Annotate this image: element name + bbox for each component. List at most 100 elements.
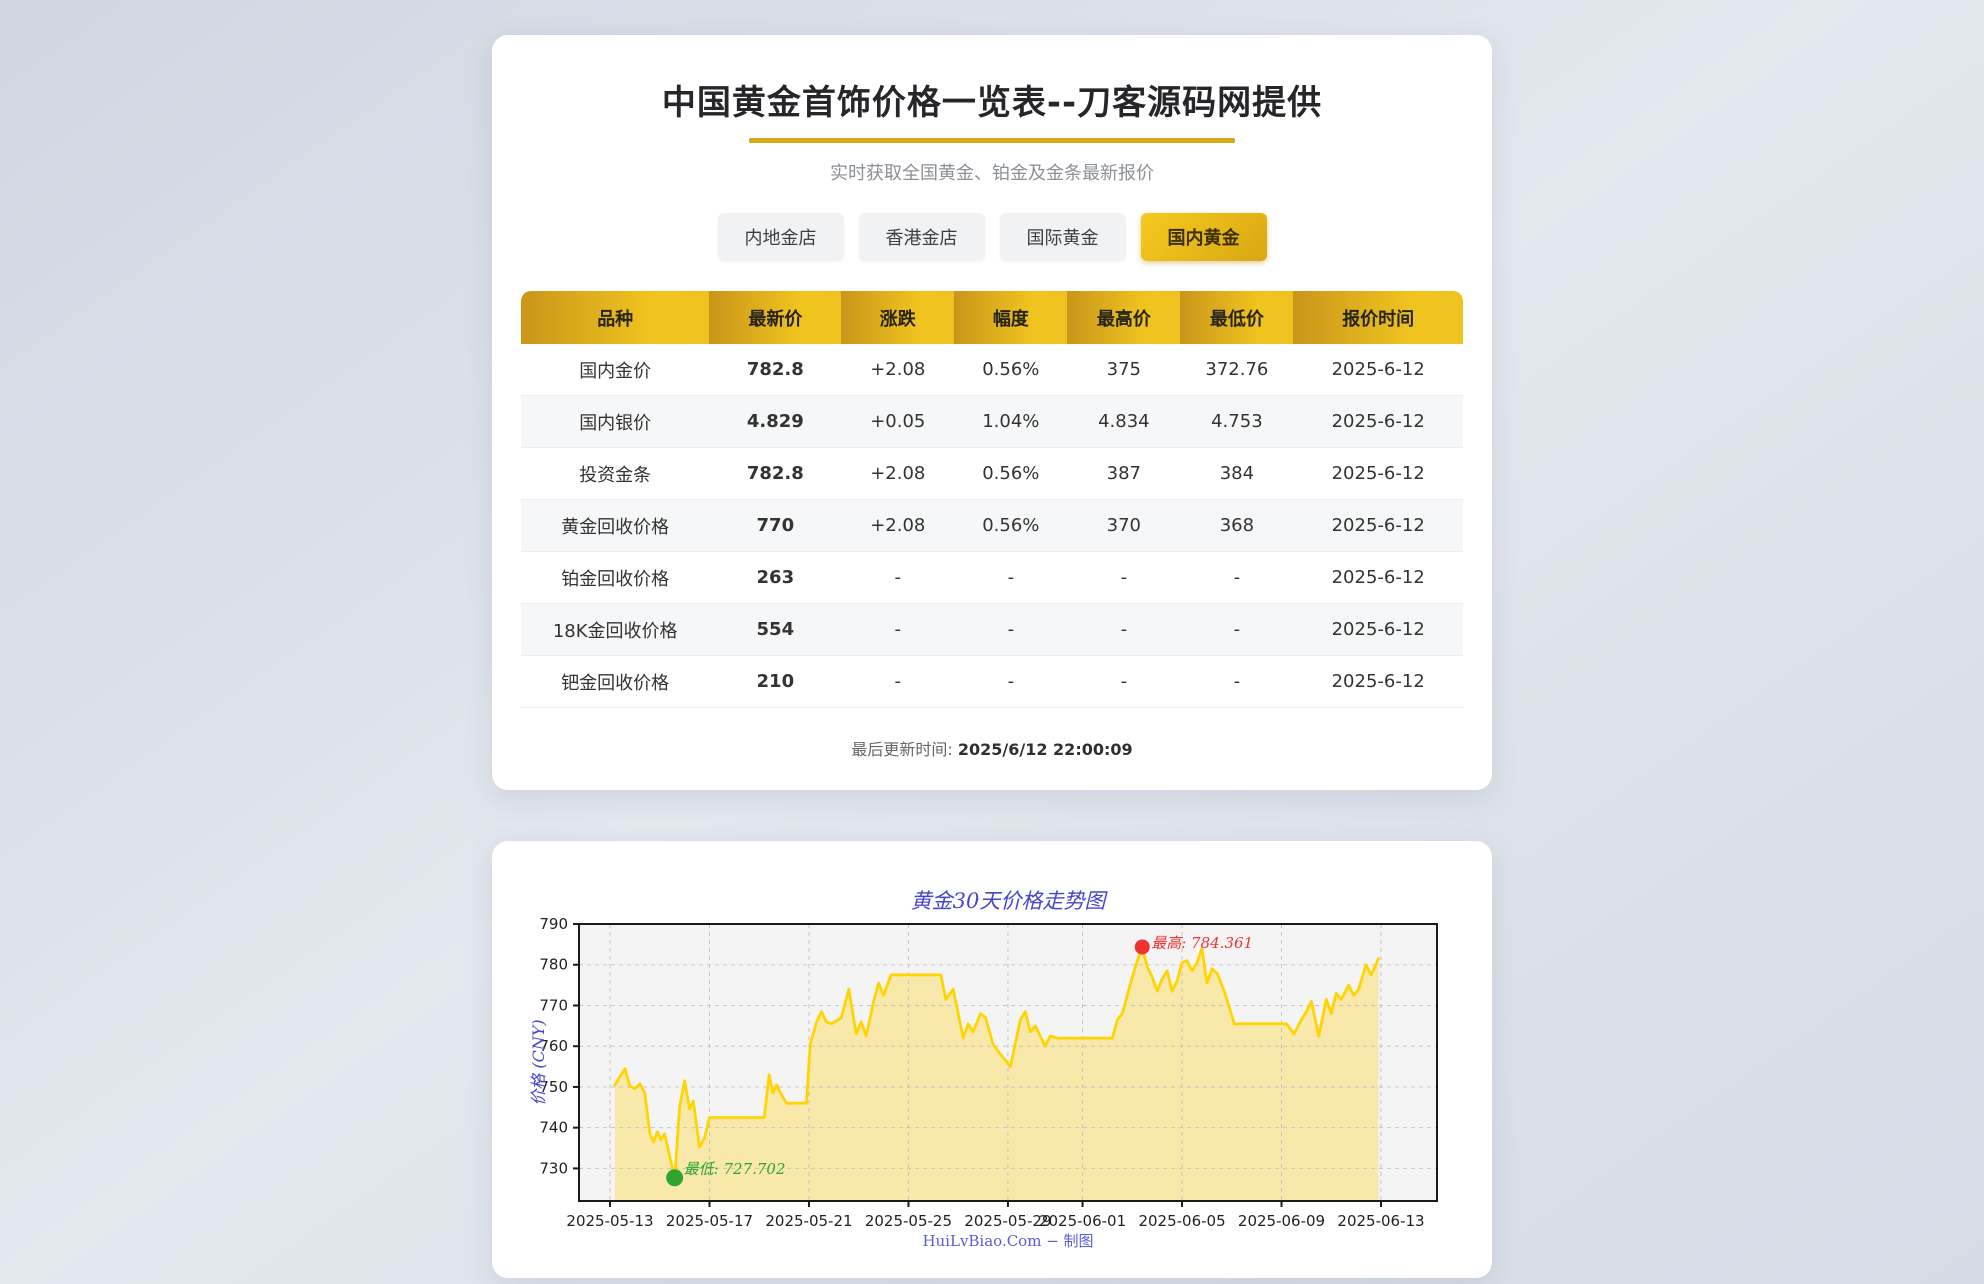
column-header: 最低价 — [1180, 291, 1293, 344]
column-header: 最新价 — [709, 291, 841, 344]
gold-trend-chart: 7307407507607707807902025-05-132025-05-1… — [492, 841, 1492, 1278]
column-header: 最高价 — [1067, 291, 1180, 344]
chart-card: 7307407507607707807902025-05-132025-05-1… — [492, 841, 1492, 1278]
cell-name: 18K金回收价格 — [521, 604, 709, 656]
cell-change: +2.08 — [841, 448, 954, 500]
x-tick-label: 2025-05-25 — [865, 1212, 952, 1230]
last-updated-value: 2025/6/12 22:00:09 — [958, 740, 1133, 759]
table-header: 品种最新价涨跌幅度最高价最低价报价时间 — [521, 291, 1463, 344]
cell-change-pct: 0.56% — [954, 500, 1067, 552]
x-tick-label: 2025-05-13 — [566, 1212, 653, 1230]
cell-change-pct: 0.56% — [954, 448, 1067, 500]
y-tick-label: 770 — [539, 996, 568, 1014]
x-tick-label: 2025-05-17 — [666, 1212, 753, 1230]
cell-high: - — [1067, 604, 1180, 656]
y-tick-label: 790 — [539, 915, 568, 933]
cell-high: - — [1067, 656, 1180, 708]
cell-price: 263 — [709, 552, 841, 604]
x-tick-label: 2025-06-09 — [1238, 1212, 1325, 1230]
y-axis-title: 价格 (CNY) — [529, 1019, 548, 1105]
cell-change-pct: - — [954, 552, 1067, 604]
y-tick-label: 730 — [539, 1159, 568, 1177]
page-subtitle: 实时获取全国黄金、铂金及金条最新报价 — [521, 159, 1463, 185]
cell-low: 384 — [1180, 448, 1293, 500]
column-header: 报价时间 — [1293, 291, 1463, 344]
cell-change: - — [841, 604, 954, 656]
cell-date: 2025-6-12 — [1293, 344, 1463, 396]
tab-domestic[interactable]: 国内黄金 — [1141, 213, 1267, 261]
cell-date: 2025-6-12 — [1293, 396, 1463, 448]
tab-international[interactable]: 国际黄金 — [1000, 213, 1126, 261]
cell-date: 2025-6-12 — [1293, 500, 1463, 552]
cell-low: 372.76 — [1180, 344, 1293, 396]
cell-high: 387 — [1067, 448, 1180, 500]
min-marker — [666, 1169, 683, 1186]
cell-change-pct: 1.04% — [954, 396, 1067, 448]
cell-high: 375 — [1067, 344, 1180, 396]
cell-date: 2025-6-12 — [1293, 656, 1463, 708]
cell-change-pct: - — [954, 656, 1067, 708]
cell-name: 投资金条 — [521, 448, 709, 500]
cell-low: 4.753 — [1180, 396, 1293, 448]
cell-date: 2025-6-12 — [1293, 604, 1463, 656]
column-header: 幅度 — [954, 291, 1067, 344]
cell-date: 2025-6-12 — [1293, 448, 1463, 500]
cell-low: 368 — [1180, 500, 1293, 552]
max-label: 最高: 784.361 — [1151, 934, 1253, 952]
cell-change: +2.08 — [841, 344, 954, 396]
cell-price: 4.829 — [709, 396, 841, 448]
y-tick-label: 740 — [539, 1119, 568, 1137]
column-header: 品种 — [521, 291, 709, 344]
cell-price: 782.8 — [709, 344, 841, 396]
table-row: 国内银价4.829+0.051.04%4.8344.7532025-6-12 — [521, 396, 1463, 448]
cell-name: 钯金回收价格 — [521, 656, 709, 708]
tab-bar: 内地金店香港金店国际黄金国内黄金 — [521, 213, 1463, 261]
cell-low: - — [1180, 552, 1293, 604]
cell-high: 4.834 — [1067, 396, 1180, 448]
cell-high: 370 — [1067, 500, 1180, 552]
table-row: 国内金价782.8+2.080.56%375372.762025-6-12 — [521, 344, 1463, 396]
x-tick-label: 2025-06-05 — [1138, 1212, 1225, 1230]
cell-change: - — [841, 656, 954, 708]
cell-change-pct: - — [954, 604, 1067, 656]
x-tick-label: 2025-06-13 — [1337, 1212, 1424, 1230]
cell-price: 554 — [709, 604, 841, 656]
title-underline — [749, 138, 1235, 143]
cell-name: 国内金价 — [521, 344, 709, 396]
price-card: 中国黄金首饰价格一览表--刀客源码网提供 实时获取全国黄金、铂金及金条最新报价 … — [492, 35, 1492, 790]
page-title: 中国黄金首饰价格一览表--刀客源码网提供 — [521, 75, 1463, 124]
cell-price: 770 — [709, 500, 841, 552]
x-tick-label: 2025-05-21 — [765, 1212, 852, 1230]
table-row: 18K金回收价格554----2025-6-12 — [521, 604, 1463, 656]
x-axis-labels: 2025-05-13 2025-05-17 2025-05-21 2025-05-25… — [566, 1201, 1424, 1230]
cell-name: 国内银价 — [521, 396, 709, 448]
cell-change-pct: 0.56% — [954, 344, 1067, 396]
cell-price: 782.8 — [709, 448, 841, 500]
min-label: 最低: 727.702 — [684, 1160, 786, 1178]
tab-hongkong[interactable]: 香港金店 — [859, 213, 985, 261]
table-row: 黄金回收价格770+2.080.56%3703682025-6-12 — [521, 500, 1463, 552]
x-tick-label: 2025-06-01 — [1039, 1212, 1126, 1230]
content-column: 中国黄金首饰价格一览表--刀客源码网提供 实时获取全国黄金、铂金及金条最新报价 … — [492, 0, 1492, 1278]
cell-price: 210 — [709, 656, 841, 708]
table-row: 钯金回收价格210----2025-6-12 — [521, 656, 1463, 708]
price-table: 品种最新价涨跌幅度最高价最低价报价时间 国内金价782.8+2.080.56%3… — [521, 291, 1463, 708]
tab-mainland[interactable]: 内地金店 — [718, 213, 844, 261]
cell-date: 2025-6-12 — [1293, 552, 1463, 604]
page: { "header": { "title": "中国黄金首饰价格一览表--刀客源… — [0, 0, 1984, 1284]
chart-title: 黄金30天价格走势图 — [911, 889, 1109, 913]
cell-name: 铂金回收价格 — [521, 552, 709, 604]
cell-low: - — [1180, 604, 1293, 656]
column-header: 涨跌 — [841, 291, 954, 344]
y-tick-label: 780 — [539, 956, 568, 974]
cell-name: 黄金回收价格 — [521, 500, 709, 552]
table-row: 投资金条782.8+2.080.56%3873842025-6-12 — [521, 448, 1463, 500]
watermark: HuiLvBiao.Com − 制图 — [922, 1232, 1093, 1250]
last-updated: 最后更新时间: 2025/6/12 22:00:09 — [521, 736, 1463, 760]
cell-low: - — [1180, 656, 1293, 708]
cell-change: +2.08 — [841, 500, 954, 552]
table-row: 铂金回收价格263----2025-6-12 — [521, 552, 1463, 604]
max-marker — [1135, 939, 1150, 954]
last-updated-label: 最后更新时间: — [851, 740, 952, 759]
cell-change: +0.05 — [841, 396, 954, 448]
